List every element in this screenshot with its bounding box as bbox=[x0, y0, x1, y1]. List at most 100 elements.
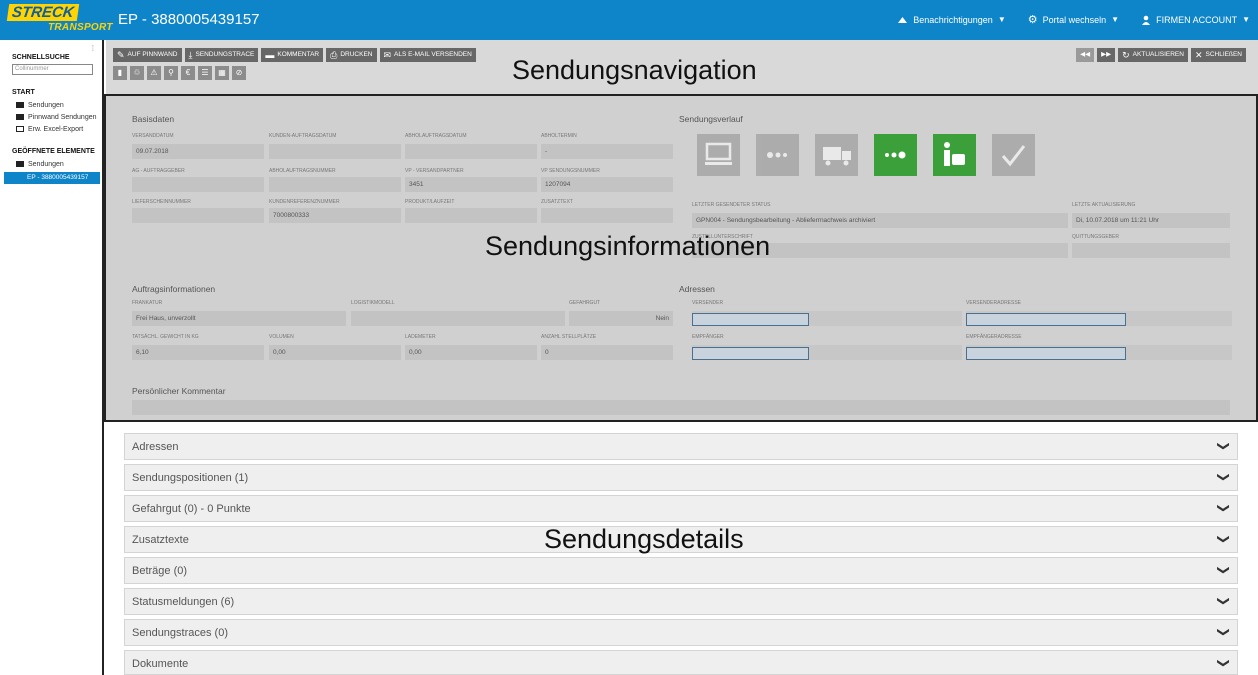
field-value bbox=[269, 177, 401, 192]
field-label: LETZTE AKTUALISIERUNG bbox=[1072, 202, 1136, 208]
close-button[interactable]: ✕ SCHLIEßEN bbox=[1190, 48, 1246, 62]
quicksearch-input[interactable]: Collinummer bbox=[12, 64, 93, 75]
pin-board-button[interactable]: ✎ AUF PINNWAND bbox=[113, 48, 182, 62]
email-button[interactable]: ✉ ALS E-MAIL VERSENDEN bbox=[379, 48, 476, 62]
accordion-label: Zusatztexte bbox=[132, 534, 189, 546]
field-label: AG - AUFTRAGGEBER bbox=[132, 168, 185, 174]
grid-icon[interactable]: ▦ bbox=[215, 66, 229, 80]
previous-button[interactable]: ◀◀ bbox=[1076, 48, 1095, 62]
adressen-title: Adressen bbox=[679, 284, 715, 294]
field-label: LETZTER GESENDETER STATUS bbox=[692, 202, 771, 208]
next-icon: ▶▶ bbox=[1101, 51, 1112, 58]
next-button[interactable]: ▶▶ bbox=[1097, 48, 1116, 62]
shipment-information: Basisdaten VERSANDDATUM KUNDEN-AUFTRAGSD… bbox=[104, 94, 1258, 422]
sender-field[interactable] bbox=[692, 313, 809, 326]
field-label: LOGISTIKMODELL bbox=[351, 300, 395, 306]
field-label: PRODUKT/LAUFZEIT bbox=[405, 199, 455, 205]
accordion-statusmeldungen[interactable]: Statusmeldungen (6) ❯ bbox=[124, 588, 1238, 615]
user-icon bbox=[1142, 15, 1151, 25]
field-value: 0,00 bbox=[405, 345, 537, 360]
sidebar-item-excel-export[interactable]: Erw. Excel-Export bbox=[16, 123, 102, 135]
accordion-label: Gefahrgut (0) - 0 Punkte bbox=[132, 503, 251, 515]
last-status-value: GPN004 - Sendungsbearbeitung - Ablieferr… bbox=[692, 213, 1068, 228]
gear-icon: ⚙ bbox=[1027, 14, 1038, 26]
print-button[interactable]: ⎙ DRUCKEN bbox=[326, 48, 377, 62]
warning-icon[interactable]: ⚠ bbox=[147, 66, 161, 80]
comment-field[interactable] bbox=[132, 400, 1230, 415]
chevron-down-icon: ❯ bbox=[1216, 626, 1231, 638]
field-label: VP - VERSANDPARTNER bbox=[405, 168, 464, 174]
field-value bbox=[351, 311, 565, 326]
sender-address-field[interactable] bbox=[966, 313, 1126, 326]
sidebar: ⁞ SCHNELLSUCHE Collinummer START Sendung… bbox=[0, 40, 104, 675]
button-label: AUF PINNWAND bbox=[127, 51, 178, 58]
field-label: KUNDENREFERENZNUMMER bbox=[269, 199, 340, 205]
print-icon: ⎙ bbox=[330, 50, 338, 60]
field-label: ABHOLTERMIN bbox=[541, 133, 577, 139]
field-label: VERSENDER bbox=[692, 300, 724, 306]
envelope-icon: ✉ bbox=[383, 50, 392, 60]
chevron-down-icon: ❯ bbox=[1216, 440, 1231, 452]
dots-icon bbox=[767, 152, 787, 158]
recipient-field[interactable] bbox=[692, 347, 809, 360]
portal-label: Portal wechseln bbox=[1042, 14, 1107, 25]
notification-icon bbox=[898, 17, 908, 23]
accordion-adressen[interactable]: Adressen ❯ bbox=[124, 433, 1238, 460]
page-title: EP - 3880005439157 bbox=[118, 11, 260, 28]
shipment-navigation: ✎ AUF PINNWAND ⤓ SENDUNGSTRACE ▬ KOMMENTAR … bbox=[106, 40, 1258, 94]
sidebar-item-label: Pinnwand Sendungen bbox=[28, 113, 97, 121]
list-icon[interactable]: ☰ bbox=[198, 66, 212, 80]
download-icon: ⤓ bbox=[188, 50, 193, 60]
field-label: ABHOLAUFTRAGSDATUM bbox=[405, 133, 467, 139]
refresh-button[interactable]: ↻ AKTUALISIEREN bbox=[1118, 48, 1188, 62]
recycle-icon[interactable]: ♲ bbox=[130, 66, 144, 80]
sidebar-item-pinnwand[interactable]: Pinnwand Sendungen bbox=[16, 111, 102, 123]
status-step-dots bbox=[756, 134, 799, 176]
logo-text-bottom: TRANSPORT bbox=[48, 22, 113, 33]
chevron-down-icon: ❯ bbox=[1216, 657, 1231, 669]
euro-icon[interactable]: € bbox=[181, 66, 195, 80]
close-icon: ✕ bbox=[1194, 50, 1203, 60]
field-value: 0,00 bbox=[269, 345, 401, 360]
field-value bbox=[405, 144, 537, 159]
notifications-menu[interactable]: Benachrichtigungen ▼ bbox=[897, 15, 1006, 25]
truck-icon bbox=[16, 114, 24, 120]
portal-menu[interactable]: ⚙ Portal wechseln ▼ bbox=[1028, 13, 1119, 26]
field-label: GEFAHRGUT bbox=[569, 300, 601, 306]
overlay-label-details: Sendungsdetails bbox=[544, 524, 744, 554]
accordion-gefahrgut[interactable]: Gefahrgut (0) - 0 Punkte ❯ bbox=[124, 495, 1238, 522]
auftragsinformationen-title: Auftragsinformationen bbox=[132, 284, 216, 294]
status-step-delivery bbox=[933, 134, 976, 176]
accordion-label: Sendungstraces (0) bbox=[132, 627, 228, 639]
logo[interactable]: STRECK TRANSPORT bbox=[0, 0, 112, 40]
field-label: TATSÄCHL. GEWICHT IN KG bbox=[132, 334, 199, 340]
sidebar-item-active-shipment[interactable]: EP - 3880005439157 bbox=[4, 172, 100, 184]
sidebar-item-label: Erw. Excel-Export bbox=[28, 125, 84, 133]
button-label: DRUCKEN bbox=[340, 51, 373, 58]
accordion-label: Statusmeldungen (6) bbox=[132, 596, 235, 608]
pin-icon[interactable]: ⁞ bbox=[92, 44, 94, 53]
shipment-trace-button[interactable]: ⤓ SENDUNGSTRACE bbox=[184, 48, 259, 62]
field-value: Nein bbox=[569, 311, 673, 326]
account-menu[interactable]: FIRMEN ACCOUNT ▼ bbox=[1141, 15, 1250, 25]
previous-icon: ◀◀ bbox=[1080, 51, 1091, 58]
field-label: EMPFÄNGERADRESSE bbox=[966, 334, 1022, 340]
chevron-down-icon: ❯ bbox=[1216, 533, 1231, 545]
accordion-sendungstraces[interactable]: Sendungstraces (0) ❯ bbox=[124, 619, 1238, 646]
accordion-positionen[interactable]: Sendungspositionen (1) ❯ bbox=[124, 464, 1238, 491]
search-icon[interactable]: ⚲ bbox=[164, 66, 178, 80]
sidebar-item-open-sendungen[interactable]: Sendungen bbox=[16, 158, 102, 170]
chevron-down-icon: ▼ bbox=[1242, 15, 1250, 24]
receipt-value bbox=[1072, 243, 1230, 258]
comment-button[interactable]: ▬ KOMMENTAR bbox=[261, 48, 324, 62]
field-value: - bbox=[541, 144, 673, 159]
block-icon[interactable]: ⊘ bbox=[232, 66, 246, 80]
accordion-betraege[interactable]: Beträge (0) ❯ bbox=[124, 557, 1238, 584]
field-label: FRANKATUR bbox=[132, 300, 163, 306]
field-value: 1207094 bbox=[541, 177, 673, 192]
sidebar-item-sendungen[interactable]: Sendungen bbox=[16, 99, 102, 111]
accordion-dokumente[interactable]: Dokumente ❯ bbox=[124, 650, 1238, 675]
recipient-address-field[interactable] bbox=[966, 347, 1126, 360]
field-value: 3451 bbox=[405, 177, 537, 192]
document-icon[interactable]: ▮ bbox=[113, 66, 127, 80]
